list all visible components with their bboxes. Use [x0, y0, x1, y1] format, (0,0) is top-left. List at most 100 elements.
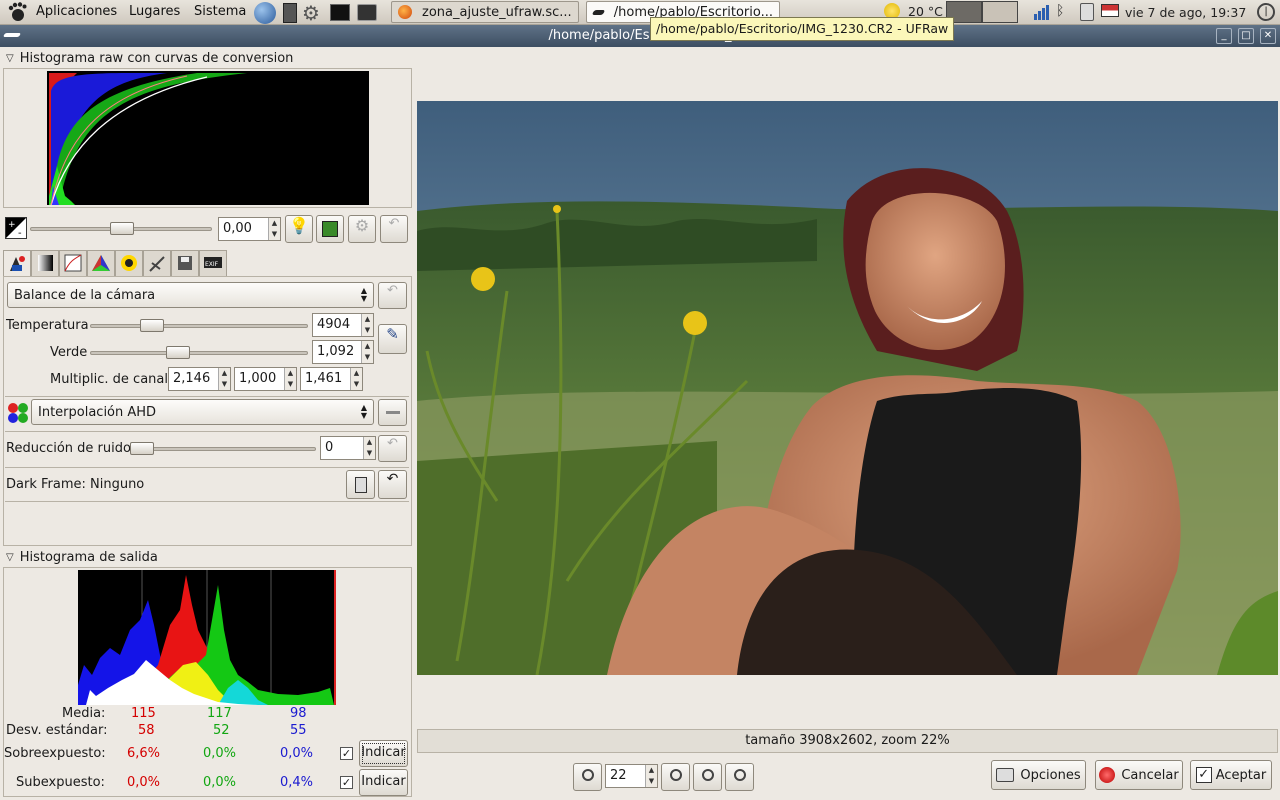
tab-save[interactable] [171, 250, 199, 276]
exposure-reset-button[interactable]: ↶ [380, 215, 408, 243]
checkmark-icon: ✓ [1195, 767, 1212, 783]
underexposed-indicate-button[interactable]: Indicar [359, 769, 408, 796]
output-histogram-title: Histograma de salida [19, 550, 158, 565]
gear-icon[interactable]: ⚙ [302, 1, 320, 25]
gnome-foot-icon[interactable] [6, 2, 28, 26]
wb-reset-button[interactable]: ↶ [378, 282, 407, 309]
interpolation-combo[interactable]: Interpolación AHD ▲ ▼ [31, 399, 374, 425]
menu-aplicaciones[interactable]: Aplicaciones [36, 4, 117, 19]
clip-button[interactable] [316, 215, 344, 243]
options-icon [996, 768, 1015, 782]
overexposed-blue: 0,0% [280, 746, 314, 761]
temperature-slider[interactable] [90, 324, 308, 328]
terminal-icon[interactable] [330, 4, 350, 21]
overexposed-label: Sobreexpuesto: [4, 746, 106, 761]
stddev-red: 58 [138, 723, 155, 738]
spin-arrows-icon[interactable]: ▲ ▼ [350, 368, 362, 390]
green-spin[interactable]: 1,092 ▲ ▼ [312, 340, 374, 364]
noise-spin[interactable]: 0 ▲ ▼ [320, 436, 376, 460]
spin-arrows-icon[interactable]: ▲ ▼ [268, 218, 280, 240]
exposure-slider-knob[interactable] [110, 222, 134, 235]
overexposed-checkbox[interactable]: ✓ [340, 747, 353, 760]
interpolation-option-button[interactable] [378, 399, 407, 426]
zoom-spin[interactable]: 22 ▲ ▼ [605, 764, 658, 788]
cancel-button[interactable]: Cancelar [1095, 760, 1183, 790]
green-slider-knob[interactable] [165, 346, 190, 359]
channel-green-spin[interactable]: 1,000 ▲ ▼ [234, 367, 297, 391]
expander-arrow-icon: ▽ [6, 552, 14, 563]
noise-reset-button[interactable]: ↶ [378, 435, 407, 462]
notes-icon[interactable] [283, 3, 297, 23]
temperature-slider-knob[interactable] [140, 319, 165, 332]
output-histogram-expander[interactable]: ▽ Histograma de salida [6, 550, 158, 565]
underexposed-label: Subexpuesto: [16, 775, 105, 790]
zoom-100-button[interactable] [725, 763, 754, 791]
zoom-in-icon [669, 769, 682, 781]
channel-multiplier-label: Multiplic. de canal: [50, 372, 173, 387]
tab-exif[interactable]: EXIF [199, 250, 227, 276]
tab-corrections[interactable] [115, 250, 143, 276]
task-button-screenshot[interactable]: zona_ajuste_ufraw.sc... [391, 1, 579, 23]
zoom-fit-button[interactable] [693, 763, 722, 791]
accept-button[interactable]: ✓ Aceptar [1190, 760, 1272, 790]
interpolation-value: Interpolación AHD [38, 404, 157, 420]
tab-grayscale[interactable] [31, 250, 59, 276]
exposure-settings-button[interactable]: ⚙ [348, 215, 376, 243]
divider [5, 396, 409, 397]
raw-histogram-plot[interactable] [47, 71, 369, 205]
trash-icon[interactable] [1080, 3, 1094, 21]
raw-histogram-expander[interactable]: ▽ Histograma raw con curvas de conversio… [6, 51, 293, 66]
menu-lugares[interactable]: Lugares [129, 4, 180, 19]
network-bars-icon[interactable] [1034, 4, 1049, 20]
dark-frame-open-button[interactable] [346, 470, 375, 499]
window-titlebar[interactable]: /home/pablo/Escritorio/IMG_ _ □ ✕ [0, 25, 1280, 47]
channel-red-spin[interactable]: 2,146 ▲ ▼ [168, 367, 231, 391]
output-histogram-plot[interactable] [78, 570, 336, 705]
options-button[interactable]: Opciones [991, 760, 1086, 790]
tab-color-management[interactable] [87, 250, 115, 276]
top-panel: Aplicaciones Lugares Sistema ⚙ zona_ajus… [0, 0, 1280, 25]
clock[interactable]: vie 7 de ago, 19:37 [1125, 5, 1246, 20]
noise-slider[interactable] [130, 447, 316, 451]
maximize-button[interactable]: □ [1238, 28, 1254, 44]
flag-icon[interactable] [1101, 4, 1119, 17]
overexposed-indicate-button[interactable]: Indicar [359, 740, 408, 767]
zoom-in-button[interactable] [661, 763, 690, 791]
spin-arrows-icon[interactable]: ▲ ▼ [218, 368, 230, 390]
tab-white-balance[interactable] [3, 250, 31, 276]
zoom-out-button[interactable] [573, 763, 602, 791]
channel-blue-spin[interactable]: 1,461 ▲ ▼ [300, 367, 363, 391]
task-label: zona_ajuste_ufraw.sc... [422, 4, 572, 20]
screenshot-icon[interactable] [357, 4, 377, 21]
spin-arrows-icon[interactable]: ▲ ▼ [361, 314, 373, 336]
underexposed-checkbox[interactable]: ✓ [340, 776, 353, 789]
combo-arrows-icon: ▲ ▼ [360, 286, 367, 303]
spin-arrows-icon[interactable]: ▲ ▼ [361, 341, 373, 363]
stddev-green: 52 [213, 723, 230, 738]
noise-slider-knob[interactable] [130, 442, 154, 455]
stddev-blue: 55 [290, 723, 307, 738]
spin-arrows-icon[interactable]: ▲ ▼ [284, 368, 296, 390]
dark-frame-clear-button[interactable]: ↶ [378, 470, 407, 499]
temperature-spin[interactable]: 4904 ▲ ▼ [312, 313, 374, 337]
white-balance-combo[interactable]: Balance de la cámara ▲ ▼ [7, 282, 374, 308]
auto-exposure-button[interactable]: 💡 [285, 215, 313, 243]
green-slider[interactable] [90, 351, 308, 355]
minimize-button[interactable]: _ [1216, 28, 1232, 44]
underexposed-blue: 0,4% [280, 775, 314, 790]
menu-sistema[interactable]: Sistema [194, 4, 246, 19]
spin-arrows-icon[interactable]: ▲ ▼ [645, 765, 657, 787]
image-preview[interactable] [417, 101, 1278, 675]
spin-arrows-icon[interactable]: ▲ ▼ [363, 437, 375, 459]
globe-icon[interactable] [254, 2, 276, 24]
tab-lightness[interactable] [143, 250, 171, 276]
power-icon[interactable]: | [1257, 3, 1275, 21]
white-balance-value: Balance de la cámara [14, 287, 156, 303]
tab-base-curve[interactable] [59, 250, 87, 276]
bluetooth-icon[interactable]: ᛒ [1056, 3, 1064, 19]
exposure-spin[interactable]: 0,00 ▲ ▼ [218, 217, 281, 241]
spot-wb-button[interactable]: ✎ [378, 324, 407, 354]
close-button[interactable]: ✕ [1260, 28, 1276, 44]
workspace-2[interactable] [982, 1, 1018, 23]
cancel-icon [1099, 767, 1116, 783]
